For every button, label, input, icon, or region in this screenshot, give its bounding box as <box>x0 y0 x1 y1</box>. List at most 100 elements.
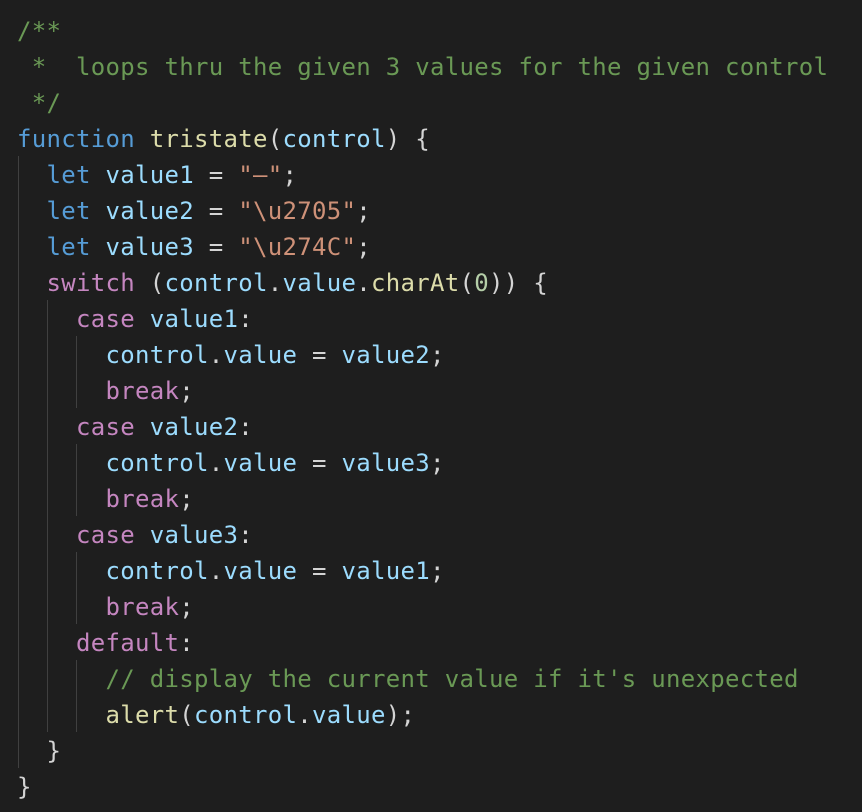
code-token: // display the current value if it's une… <box>105 665 799 693</box>
code-token: : <box>238 305 253 333</box>
code-line[interactable]: case value2: <box>17 409 253 445</box>
code-line[interactable]: switch (control.value.charAt(0)) { <box>17 265 548 301</box>
code-token: "\u274C" <box>238 233 357 261</box>
code-line[interactable]: break; <box>17 589 194 625</box>
code-token: value <box>282 269 357 297</box>
code-token: value <box>223 557 298 585</box>
code-line[interactable]: default: <box>17 625 194 661</box>
code-token: ; <box>356 233 371 261</box>
code-token: control <box>105 341 209 369</box>
code-token: function <box>17 125 135 153</box>
code-token: value <box>312 701 386 729</box>
code-token: . <box>208 557 224 585</box>
code-token: = <box>194 197 239 225</box>
code-line[interactable]: case value3: <box>17 517 253 553</box>
code-token: . <box>356 269 371 297</box>
code-line[interactable]: */ <box>17 85 61 121</box>
code-line[interactable]: break; <box>17 481 194 517</box>
code-token: case <box>76 521 135 549</box>
code-line[interactable]: control.value = value3; <box>17 445 445 481</box>
code-token: break <box>105 485 180 513</box>
code-line[interactable]: // display the current value if it's une… <box>17 661 799 697</box>
code-line[interactable]: * loops thru the given 3 values for the … <box>17 49 828 85</box>
code-token: break <box>105 377 180 405</box>
code-token: control <box>105 557 209 585</box>
code-token: ( <box>179 701 194 729</box>
code-token: . <box>297 701 312 729</box>
code-token: : <box>238 521 253 549</box>
code-token: ; <box>356 197 371 225</box>
code-token: = <box>297 449 342 477</box>
code-line[interactable]: break; <box>17 373 194 409</box>
code-token: value1 <box>105 161 194 189</box>
code-token: value3 <box>341 449 430 477</box>
code-line[interactable]: function tristate(control) { <box>17 121 430 157</box>
code-token: value1 <box>149 305 239 333</box>
code-token: value3 <box>105 233 194 261</box>
code-token: * loops thru the given 3 values for the … <box>17 53 829 81</box>
code-line[interactable]: control.value = value1; <box>17 553 445 589</box>
code-token: charAt <box>371 269 460 297</box>
code-line[interactable]: control.value = value2; <box>17 337 445 373</box>
code-token: value <box>223 449 298 477</box>
code-editor[interactable]: /** * loops thru the given 3 values for … <box>0 0 862 812</box>
code-line[interactable]: let value1 = "–"; <box>17 157 297 193</box>
code-token: 0 <box>474 269 489 297</box>
code-token: = <box>297 557 342 585</box>
code-token: . <box>267 269 283 297</box>
code-token: } <box>17 737 62 765</box>
code-token: "–" <box>238 161 283 189</box>
code-token: ) { <box>385 125 430 153</box>
code-token: ; <box>179 485 194 513</box>
code-token: control <box>282 125 386 153</box>
code-token: default <box>76 629 180 657</box>
code-line[interactable]: } <box>17 733 61 769</box>
code-token: ( <box>267 125 283 153</box>
code-token: = <box>194 233 239 261</box>
code-token: switch <box>46 269 135 297</box>
code-line[interactable]: /** <box>17 13 61 49</box>
code-token: : <box>238 413 253 441</box>
code-token: . <box>208 341 224 369</box>
code-token: value3 <box>149 521 239 549</box>
code-token: value2 <box>105 197 194 225</box>
code-token: ); <box>385 701 416 729</box>
code-token: value1 <box>341 557 430 585</box>
code-line[interactable]: case value1: <box>17 301 253 337</box>
code-token: case <box>76 413 135 441</box>
code-token: ; <box>179 593 194 621</box>
code-line[interactable]: } <box>17 769 32 805</box>
code-line[interactable]: let value3 = "\u274C"; <box>17 229 371 265</box>
code-token: let <box>46 161 91 189</box>
code-token: "\u2705" <box>238 197 357 225</box>
code-token: ( <box>135 269 165 297</box>
code-line[interactable]: alert(control.value); <box>17 697 415 733</box>
code-token: : <box>179 629 194 657</box>
code-token: alert <box>105 701 180 729</box>
code-token: ; <box>430 341 445 369</box>
code-token: = <box>194 161 239 189</box>
code-token: */ <box>17 89 62 117</box>
code-token: let <box>46 233 91 261</box>
code-token: control <box>194 701 298 729</box>
code-line[interactable]: let value2 = "\u2705"; <box>17 193 371 229</box>
code-token: case <box>76 305 135 333</box>
